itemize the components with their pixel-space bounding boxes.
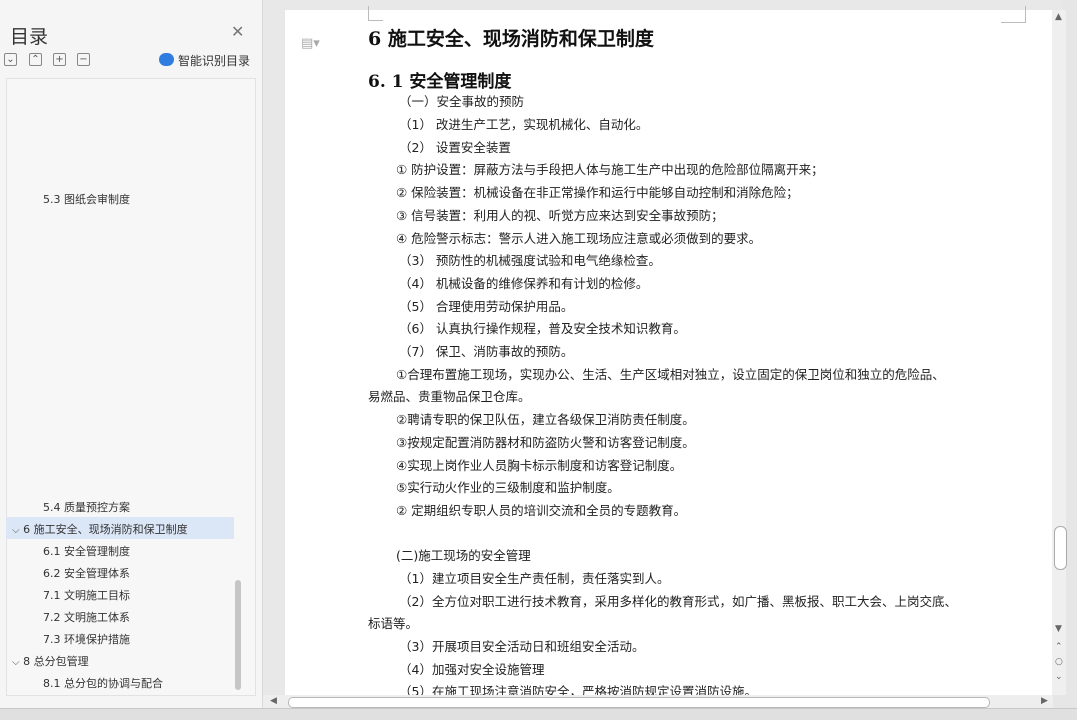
toc-item[interactable]: ⌵ 8 总分包管理 xyxy=(12,653,89,669)
body-line: ② 定期组织专职人员的培训交流和全员的专题教育。 xyxy=(396,503,687,518)
body-line: （一）安全事故的预防 xyxy=(399,94,525,109)
body-line: ②聘请专职的保卫队伍，建立各级保卫消防责任制度。 xyxy=(396,412,695,427)
toc-item-selected[interactable]: ⌵ 6 施工安全、现场消防和保卫制度 xyxy=(12,521,188,537)
toc-item[interactable]: 6.2 安全管理体系 xyxy=(43,565,130,581)
next-page-icon[interactable]: ⌄ xyxy=(1055,672,1063,682)
body-line: （5） 合理使用劳动保护用品。 xyxy=(399,299,574,314)
body-line: （2） 设置安全装置 xyxy=(399,140,511,155)
horizontal-scroll-thumb[interactable] xyxy=(288,697,990,708)
sidebar-scrollbar[interactable] xyxy=(235,580,241,690)
document-icon[interactable]: ▤▾ xyxy=(301,36,320,51)
sidebar-title: 目录 xyxy=(10,26,49,48)
heading-1: 6 施工安全、现场消防和保卫制度 xyxy=(368,28,654,50)
scroll-left-icon[interactable]: ◀ xyxy=(270,696,277,706)
add-heading-icon[interactable]: + xyxy=(53,53,66,66)
toc-item-label: 8 总分包管理 xyxy=(23,655,89,668)
body-line: （4）加强对安全设施管理 xyxy=(399,662,545,677)
smart-toc-icon[interactable] xyxy=(159,53,174,66)
heading-2: 6. 1 安全管理制度 xyxy=(368,72,512,92)
chevron-down-icon[interactable]: ⌵ xyxy=(12,657,20,668)
chevron-down-icon[interactable]: ⌵ xyxy=(12,525,20,536)
scroll-up-icon[interactable]: ▲ xyxy=(1055,12,1062,22)
body-line: ④实现上岗作业人员胸卡标示制度和访客登记制度。 xyxy=(396,458,683,473)
body-line: （3）开展项目安全活动日和班组安全活动。 xyxy=(399,639,645,654)
select-browse-icon[interactable]: ○ xyxy=(1055,657,1063,667)
toc-item[interactable]: 8.1 总分包的协调与配合 xyxy=(43,675,163,691)
body-line: ⑤实行动火作业的三级制度和监护制度。 xyxy=(396,480,620,495)
status-bar xyxy=(0,708,1077,720)
vertical-scrollbar[interactable] xyxy=(1052,10,1066,695)
body-line: （4） 机械设备的维修保养和有计划的检修。 xyxy=(399,276,649,291)
body-line: （6） 认真执行操作规程，普及安全技术知识教育。 xyxy=(399,321,686,336)
body-line: ③按规定配置消防器材和防盗防火警和访客登记制度。 xyxy=(396,435,695,450)
toc-item[interactable]: 7.2 文明施工体系 xyxy=(43,609,130,625)
expand-up-icon[interactable]: ⌃ xyxy=(29,53,42,66)
body-line: 易燃品、贵重物品保卫仓库。 xyxy=(368,389,531,404)
body-line: ① 防护设置：屏蔽方法与手段把人体与施工生产中出现的危险部位隔离开来； xyxy=(396,162,824,177)
prev-page-icon[interactable]: ⌃ xyxy=(1055,642,1063,652)
scroll-right-icon[interactable]: ▶ xyxy=(1041,696,1048,706)
toc-item[interactable]: 5.4 质量预控方案 xyxy=(43,499,130,515)
margin-marker xyxy=(368,6,383,21)
toc-item-label: 6 施工安全、现场消防和保卫制度 xyxy=(23,523,188,536)
toc-item[interactable]: 6.1 安全管理制度 xyxy=(43,543,130,559)
body-line: (二)施工现场的安全管理 xyxy=(396,548,531,563)
body-line: ③ 信号装置：利用人的视、听觉方应来达到安全事故预防； xyxy=(396,208,724,223)
remove-heading-icon[interactable]: − xyxy=(77,53,90,66)
body-line: （3） 预防性的机械强度试验和电气绝缘检查。 xyxy=(399,253,661,268)
smart-toc-button[interactable]: 智能识别目录 xyxy=(178,52,250,69)
vertical-scroll-thumb[interactable] xyxy=(1054,526,1067,570)
body-line: （1） 改进生产工艺，实现机械化、自动化。 xyxy=(399,117,649,132)
body-line: （2）全方位对职工进行技术教育，采用多样化的教育形式，如广播、黑板报、职工大会、… xyxy=(399,594,957,609)
body-line: 标语等。 xyxy=(368,616,419,631)
toc-item[interactable]: 7.1 文明施工目标 xyxy=(43,587,130,603)
body-line: ①合理布置施工现场，实现办公、生活、生产区域相对独立，设立固定的保卫岗位和独立的… xyxy=(396,367,945,382)
margin-marker xyxy=(1001,6,1026,23)
toc-item[interactable]: 7.3 环境保护措施 xyxy=(43,631,130,647)
body-line: ④ 危险警示标志：警示人进入施工现场应注意或必须做到的要求。 xyxy=(396,231,762,246)
toc-panel xyxy=(6,78,256,696)
toc-item[interactable]: 5.3 图纸会审制度 xyxy=(43,191,130,207)
close-icon[interactable]: ✕ xyxy=(231,22,244,41)
collapse-all-icon[interactable]: ⌄ xyxy=(4,53,17,66)
body-line: ② 保险装置：机械设备在非正常操作和运行中能够自动控制和消除危险； xyxy=(396,185,799,200)
body-line: （7） 保卫、消防事故的预防。 xyxy=(399,344,574,359)
body-line: （1）建立项目安全生产责任制，责任落实到人。 xyxy=(399,571,670,586)
scroll-down-icon[interactable]: ▼ xyxy=(1055,624,1062,634)
